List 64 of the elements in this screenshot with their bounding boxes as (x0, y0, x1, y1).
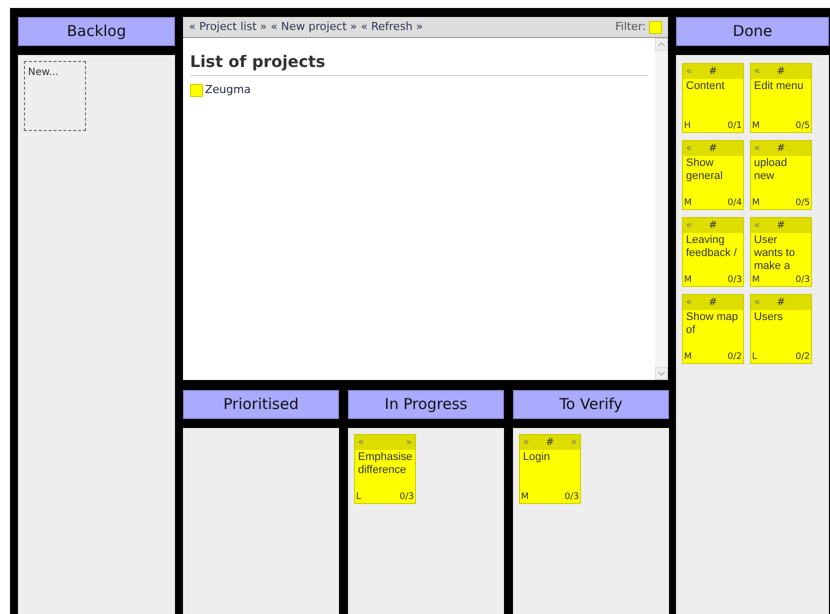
number-link[interactable]: # (708, 218, 718, 233)
priority-label: L (356, 492, 362, 503)
story-card[interactable]: « # » Login M 0/3 (519, 434, 581, 504)
priority-label: M (684, 275, 692, 286)
number-link[interactable]: # (708, 295, 718, 310)
story-card[interactable]: « # Edit menu M 0/5 (750, 63, 812, 133)
toolbar-link[interactable]: « New project » (270, 18, 357, 36)
priority-label: M (752, 275, 760, 286)
card-title: Leaving feedback / (686, 234, 738, 260)
priority-label: M (684, 198, 692, 209)
priority-label: H (684, 121, 691, 132)
column-header: Prioritised (183, 390, 339, 419)
card-title: User wants to make a (754, 234, 796, 273)
list-heading: List of projects (190, 50, 648, 76)
card-title: upload new (754, 157, 788, 183)
number-link[interactable]: # (708, 64, 718, 79)
new-card-slot[interactable]: New... (24, 61, 86, 131)
priority-label: M (752, 198, 760, 209)
task-count: 0/3 (564, 492, 579, 503)
card-title: Content (686, 80, 726, 93)
filter-swatch[interactable] (649, 20, 662, 34)
task-count: 0/2 (728, 352, 742, 363)
card-title: Login (523, 451, 551, 464)
task-count: 0/5 (796, 121, 810, 132)
task-count: 0/3 (400, 492, 414, 503)
task-count: 0/3 (728, 275, 742, 286)
project-link[interactable]: Zeugma (205, 82, 251, 98)
story-card[interactable]: « # Leaving feedback / M 0/3 (682, 217, 744, 287)
task-count: 0/5 (796, 198, 810, 209)
story-card[interactable]: « # Show map of M 0/2 (682, 294, 744, 364)
number-link[interactable]: # (776, 295, 786, 310)
card-title: Emphasise difference (358, 451, 412, 477)
priority-label: M (752, 121, 760, 132)
story-card[interactable]: « # Users L 0/2 (750, 294, 812, 364)
priority-label: M (521, 492, 529, 503)
number-link[interactable]: # (708, 141, 718, 156)
card-title: Show general (686, 157, 724, 183)
scroll-up-icon[interactable] (655, 38, 668, 51)
column-header: Done (676, 17, 829, 46)
card-title: Show map of (686, 311, 739, 337)
card-title: Users (754, 311, 784, 324)
number-link[interactable]: # (776, 64, 786, 79)
toolbar-link[interactable]: « Project list » (189, 18, 267, 36)
story-card[interactable]: « # Show general M 0/4 (682, 140, 744, 210)
column-header: In Progress (348, 390, 504, 419)
story-card[interactable]: « # User wants to make a M 0/3 (750, 217, 812, 287)
task-count: 0/3 (796, 275, 810, 286)
column-header: Backlog (18, 17, 175, 46)
toolbar-link[interactable]: « Refresh » (360, 18, 423, 36)
priority-label: M (684, 352, 692, 363)
task-count: 0/4 (728, 198, 742, 209)
story-card[interactable]: « # Content H 0/1 (682, 63, 744, 133)
filter-label: Filter: (615, 18, 646, 35)
number-link[interactable]: # (776, 141, 786, 156)
card-title: Edit menu (754, 80, 805, 93)
priority-label: L (752, 352, 758, 363)
scroll-down-icon[interactable] (655, 367, 668, 380)
story-card[interactable]: « # upload new M 0/5 (750, 140, 812, 210)
column-header: To Verify (513, 390, 669, 419)
number-link[interactable]: # (546, 435, 554, 450)
task-count: 0/1 (728, 121, 742, 132)
scrollbar[interactable] (655, 38, 668, 380)
task-count: 0/2 (796, 352, 810, 363)
number-link[interactable]: # (776, 218, 786, 233)
